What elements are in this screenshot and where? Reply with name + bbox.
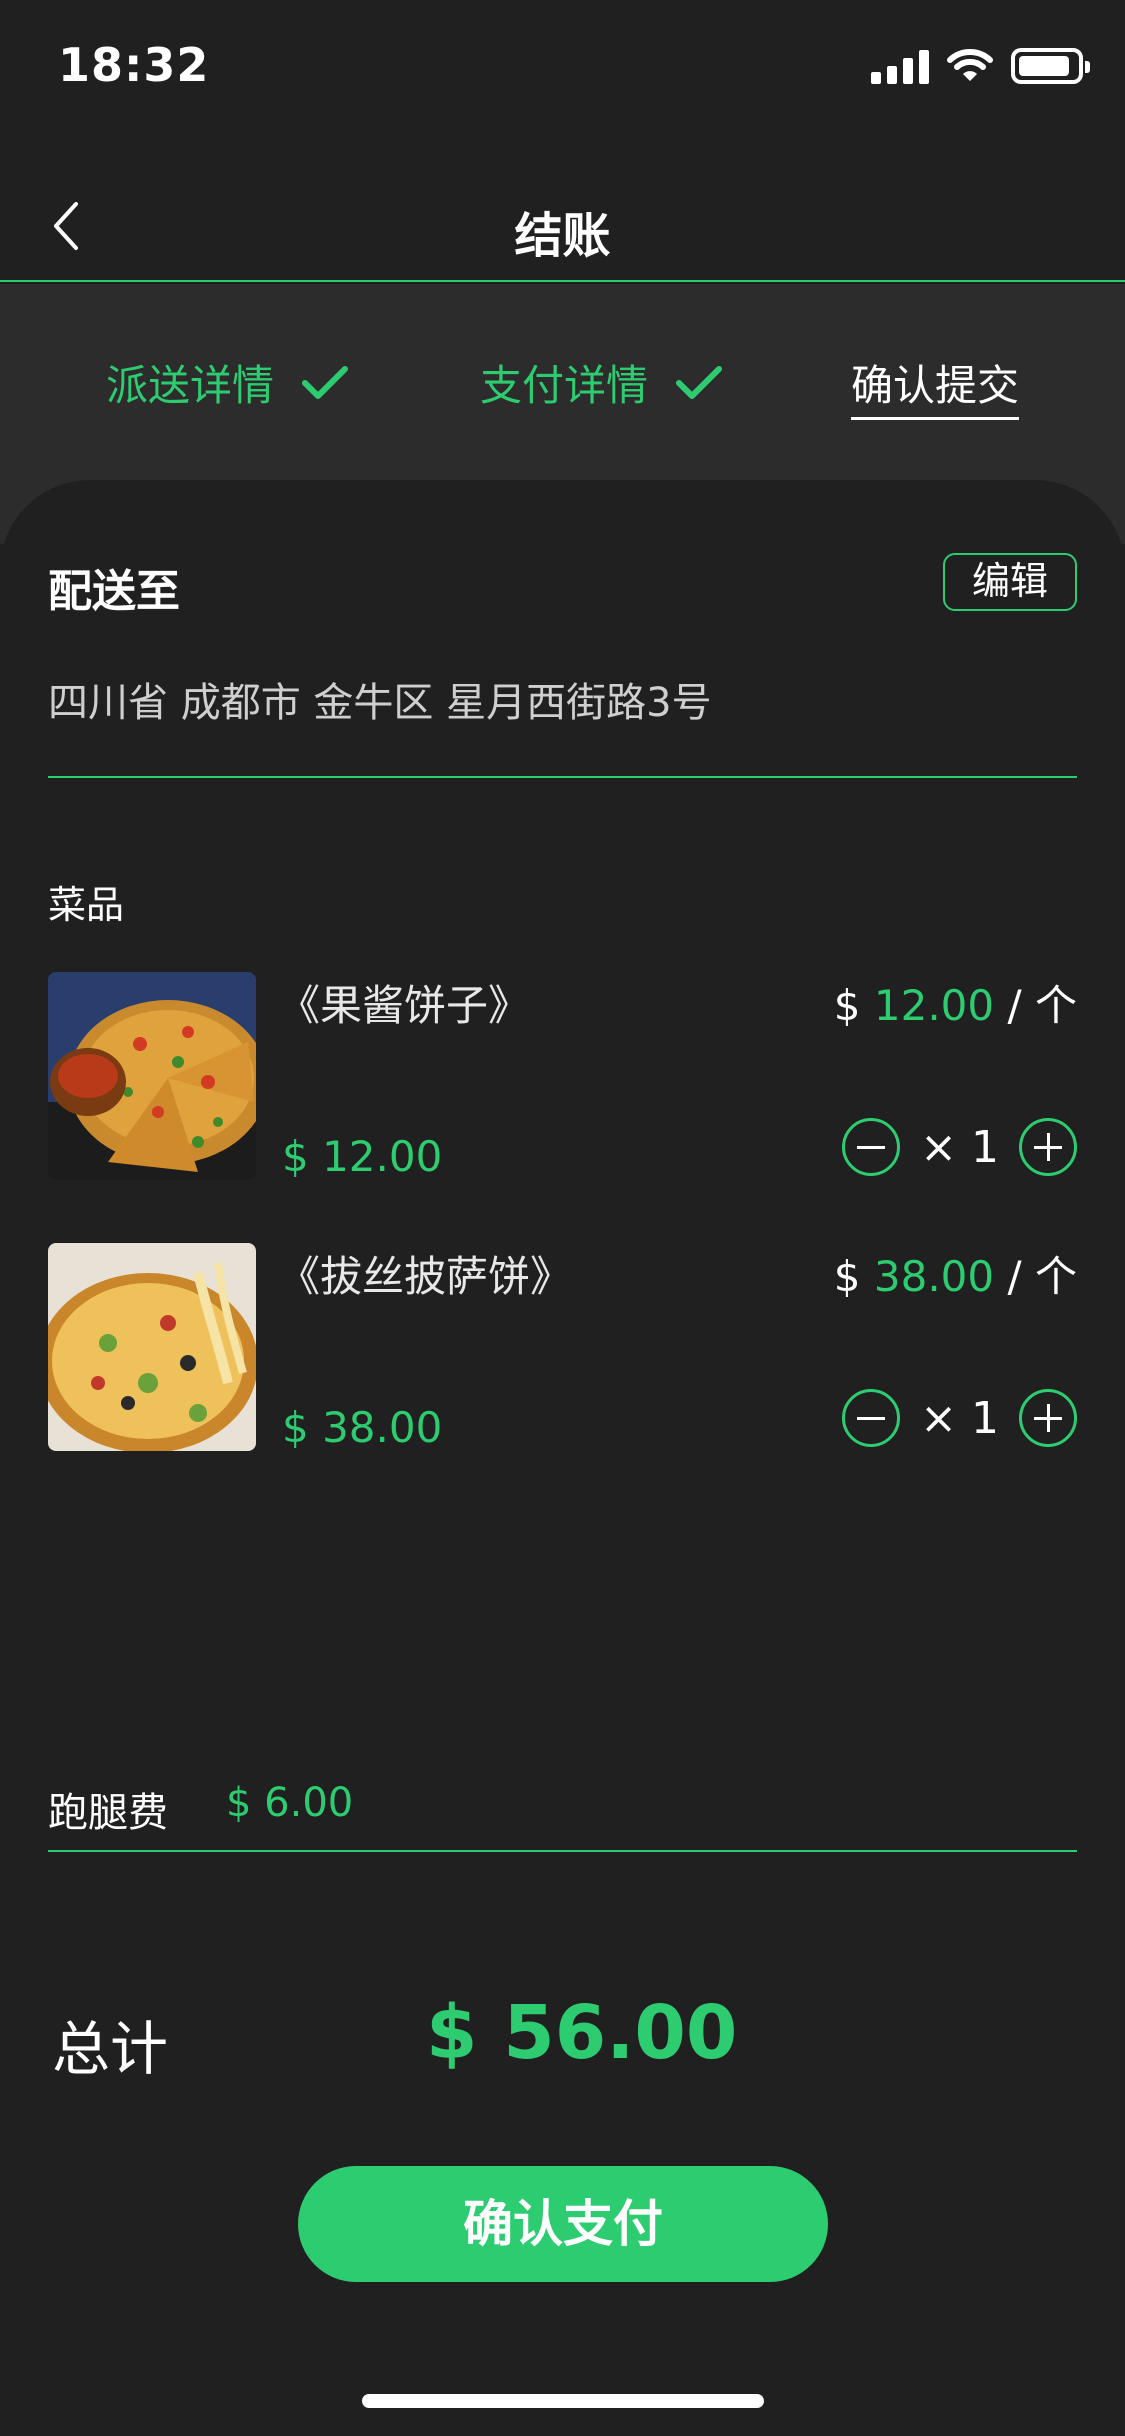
unit-price: $ 38.00 / 个: [834, 1243, 1077, 1304]
delivery-address: 四川省 成都市 金牛区 星月西街路3号: [48, 680, 712, 726]
quantity-value: × 1: [920, 1392, 999, 1444]
unit-price: $ 12.00 / 个: [834, 972, 1077, 1033]
step-label: 确认提交: [851, 361, 1020, 410]
dish-image: [48, 1243, 256, 1451]
step-payment-details[interactable]: 支付详情: [480, 352, 724, 413]
dish-name: 《果酱饼子》: [278, 981, 531, 1030]
dish-name: 《拔丝披萨饼》: [278, 1252, 573, 1301]
delivery-fee-label: 跑腿费: [48, 1790, 168, 1836]
step-confirm-submit[interactable]: 确认提交: [851, 352, 1020, 420]
step-label: 派送详情: [106, 361, 275, 410]
status-icons: [871, 48, 1090, 84]
checkout-screen: 18:32 结账 派送详情 支付详情 确认提交 配送至 编辑 四川省 成都市 金…: [0, 0, 1125, 2436]
quantity-stepper: × 1: [842, 1118, 1077, 1176]
unit-currency: $: [833, 1252, 861, 1301]
unit-amount: 12.00: [873, 981, 995, 1030]
dish-price: $ 38.00: [282, 1403, 443, 1452]
battery-icon: [1011, 48, 1090, 84]
unit-suffix: / 个: [1007, 1252, 1077, 1301]
total-value: $ 56.00: [426, 1990, 738, 2076]
delivery-fee-row: 跑腿费 $ 6.00: [48, 1780, 353, 1838]
increase-quantity-button[interactable]: [1019, 1389, 1077, 1447]
dish-price: $ 12.00: [282, 1132, 443, 1181]
cellular-signal-icon: [871, 48, 929, 84]
confirm-payment-button[interactable]: 确认支付: [298, 2166, 828, 2282]
unit-suffix: / 个: [1007, 981, 1077, 1030]
order-card: [0, 480, 1125, 2436]
home-indicator: [362, 2394, 764, 2408]
decrease-quantity-button[interactable]: [842, 1389, 901, 1447]
increase-quantity-button[interactable]: [1019, 1118, 1077, 1176]
checkmark-icon: [676, 365, 723, 399]
list-item-dish: 《拔丝披萨饼》 $ 38.00 $ 38.00 / 个 × 1: [48, 1243, 1077, 1453]
status-time: 18:32: [58, 38, 210, 92]
edit-address-button[interactable]: 编辑: [943, 553, 1077, 611]
dish-image: [48, 972, 256, 1180]
divider: [48, 776, 1077, 778]
delivery-fee-value: $ 6.00: [226, 1780, 354, 1826]
step-label: 支付详情: [480, 361, 649, 410]
ship-to-label: 配送至: [48, 566, 180, 617]
total-label: 总计: [52, 2015, 169, 2083]
quantity-value: × 1: [920, 1121, 999, 1173]
wifi-icon: [947, 49, 993, 81]
nav-bar: 结账: [0, 170, 1125, 282]
unit-currency: $: [833, 981, 861, 1030]
checkmark-icon: [302, 365, 349, 399]
unit-amount: 38.00: [873, 1252, 995, 1301]
divider: [48, 1850, 1077, 1852]
dishes-label: 菜品: [48, 883, 125, 927]
quantity-stepper: × 1: [842, 1389, 1077, 1447]
step-delivery-details[interactable]: 派送详情: [106, 352, 350, 413]
decrease-quantity-button[interactable]: [842, 1118, 901, 1176]
page-title: 结账: [514, 208, 611, 264]
list-item-dish: 《果酱饼子》 $ 12.00 $ 12.00 / 个 × 1: [48, 972, 1077, 1182]
